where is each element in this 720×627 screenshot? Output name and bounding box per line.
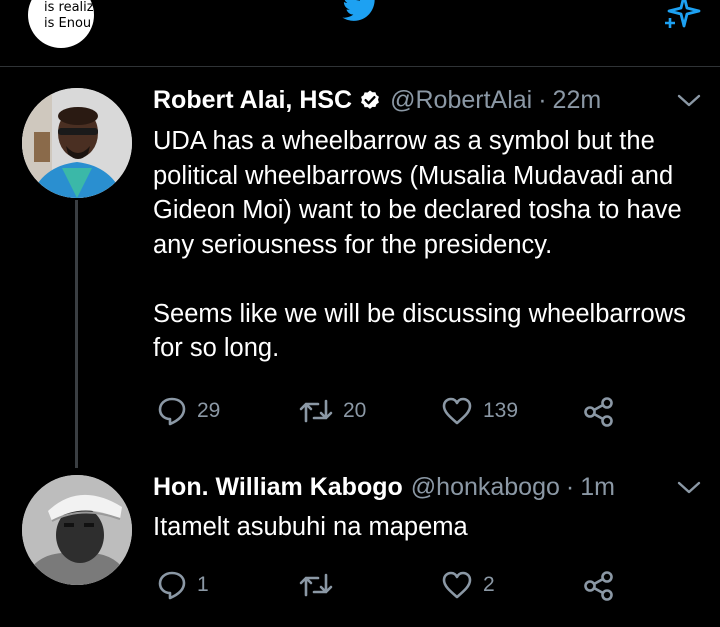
william-kabogo-avatar[interactable]	[22, 475, 132, 585]
twitter-bird-icon	[342, 0, 375, 21]
separator-dot: ·	[565, 473, 575, 501]
robert-alai-avatar[interactable]	[22, 88, 132, 198]
avatar-photo	[22, 88, 132, 198]
retweet-icon	[299, 399, 333, 423]
top-bar: is realizi is Enou	[0, 0, 720, 67]
like-count: 139	[483, 399, 519, 422]
retweet-button[interactable]: 20	[299, 396, 366, 426]
sparkle-icon[interactable]	[662, 0, 702, 32]
reply-button[interactable]: 1	[157, 570, 209, 600]
verified-badge-icon	[358, 89, 382, 113]
reply-button[interactable]: 29	[157, 396, 220, 426]
retweet-icon	[299, 573, 333, 597]
tweet-1-text: UDA has a wheelbarrow as a symbol but th…	[153, 127, 686, 362]
author-handle[interactable]: @honkabogo	[411, 473, 560, 502]
avatar-photo	[22, 475, 132, 585]
retweet-button[interactable]	[299, 570, 343, 600]
author-name[interactable]: Robert Alai, HSC	[153, 86, 352, 115]
author-name[interactable]: Hon. William Kabogo	[153, 473, 403, 502]
reply-count: 29	[197, 399, 221, 422]
tweet-2-text: Itamelt asubuhi na mapema	[153, 513, 468, 541]
tweet-2-actions: 1 2	[153, 570, 633, 602]
chevron-down-icon[interactable]	[676, 92, 702, 110]
heart-icon	[442, 571, 472, 599]
author-handle[interactable]: @RobertAlai	[390, 86, 532, 115]
like-button[interactable]: 2	[441, 570, 495, 600]
heart-icon	[442, 397, 472, 425]
profile-avatar[interactable]: is realizi is Enou	[28, 0, 94, 48]
tweet-1-actions: 29 20 139	[153, 396, 633, 428]
share-button[interactable]	[583, 570, 615, 602]
reply-icon	[158, 397, 186, 426]
avatar-text-line1: is realizi	[44, 0, 94, 15]
tweet-time[interactable]: 1m	[580, 473, 615, 502]
thread-connector	[75, 200, 78, 468]
like-count: 2	[483, 573, 495, 596]
tweet-2-header: Hon. William Kabogo @honkabogo · 1m	[153, 473, 615, 502]
avatar-text-line2: is Enou	[44, 16, 92, 31]
retweet-count: 20	[343, 399, 367, 422]
like-button[interactable]: 139	[441, 396, 518, 426]
tweet-1-header: Robert Alai, HSC @RobertAlai · 22m	[153, 86, 601, 115]
share-icon	[584, 397, 613, 427]
reply-icon	[158, 571, 186, 600]
share-icon	[584, 571, 613, 601]
share-button[interactable]	[583, 396, 615, 428]
reply-count: 1	[197, 573, 209, 596]
separator-dot: ·	[538, 86, 547, 114]
tweet-time[interactable]: 22m	[553, 86, 602, 115]
chevron-down-icon[interactable]	[676, 479, 702, 497]
